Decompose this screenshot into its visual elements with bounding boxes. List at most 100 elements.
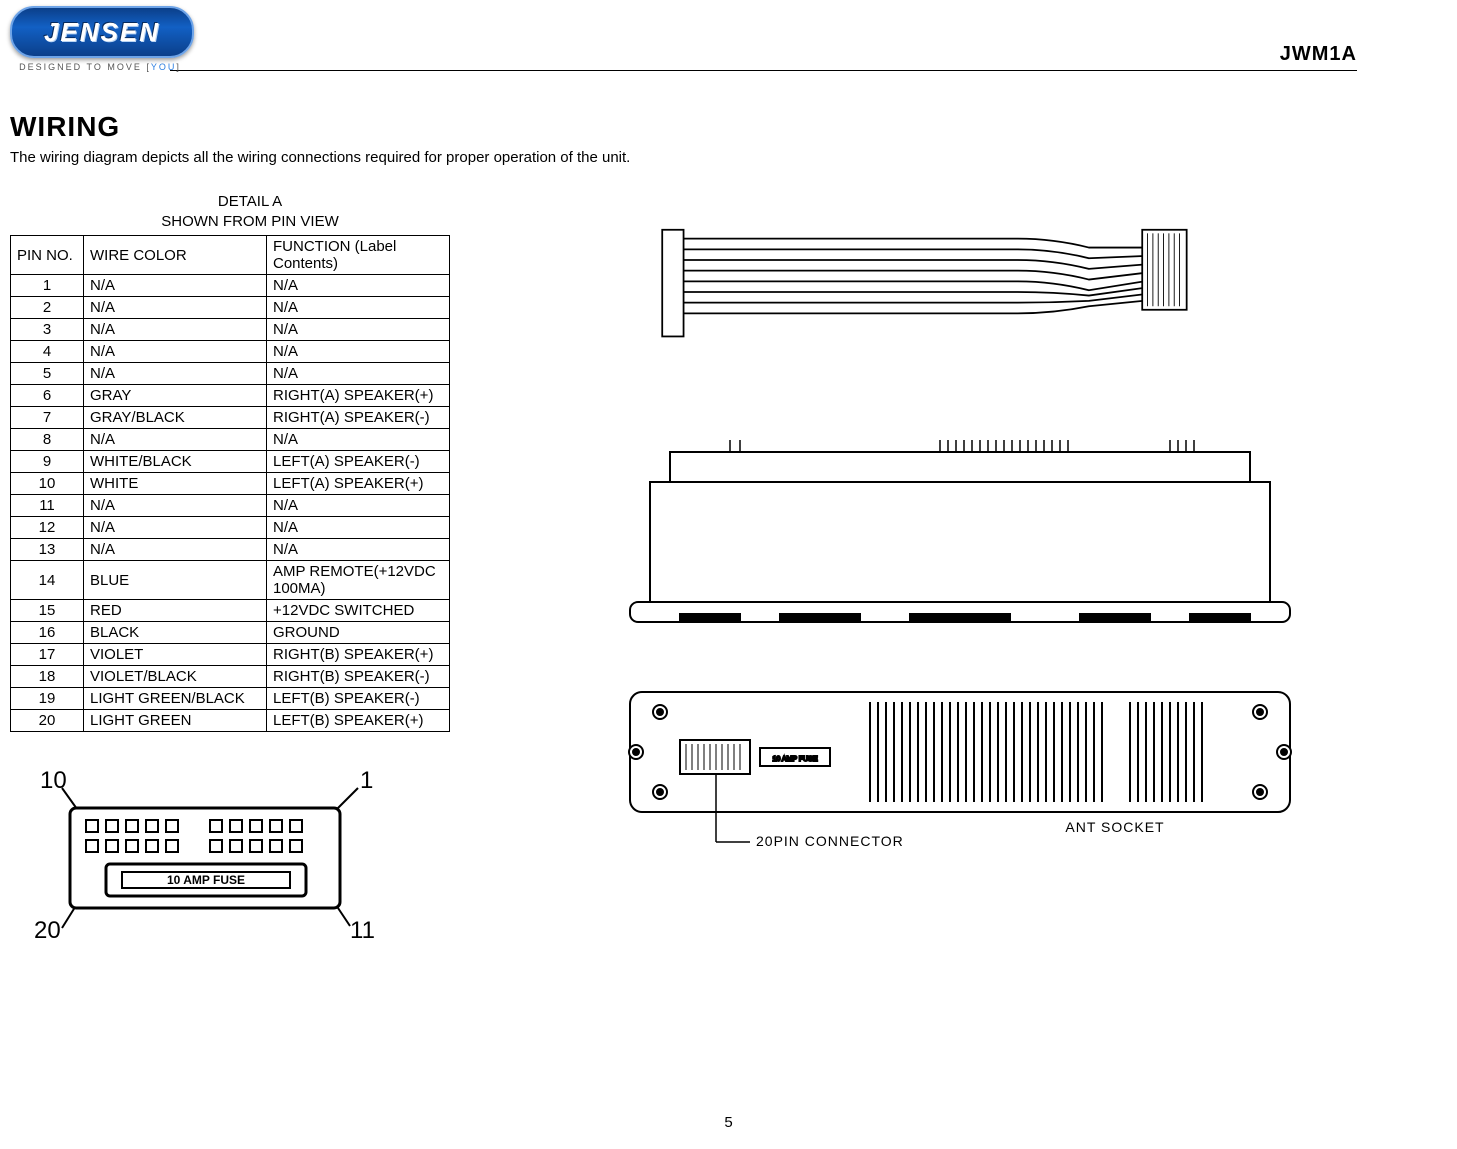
- tagline-you: YOU: [151, 62, 177, 72]
- unit-elevation-figure: [610, 412, 1310, 642]
- cell-pin: 6: [11, 385, 84, 407]
- cell-function: N/A: [267, 341, 450, 363]
- table-row: 18VIOLET/BLACKRIGHT(B) SPEAKER(-): [11, 666, 450, 688]
- cell-pin: 14: [11, 561, 84, 600]
- caption-line-1: DETAIL A: [218, 193, 282, 210]
- cell-color: N/A: [84, 341, 267, 363]
- table-row: 11N/AN/A: [11, 495, 450, 517]
- cell-color: BLUE: [84, 561, 267, 600]
- cell-function: N/A: [267, 495, 450, 517]
- page-number: 5: [0, 1114, 1457, 1131]
- th-func: FUNCTION (Label Contents): [267, 236, 450, 275]
- cell-function: RIGHT(B) SPEAKER(+): [267, 644, 450, 666]
- cell-color: BLACK: [84, 622, 267, 644]
- brand-logo: JENSEN: [10, 6, 194, 58]
- cell-function: N/A: [267, 517, 450, 539]
- cell-pin: 19: [11, 688, 84, 710]
- table-row: 19LIGHT GREEN/BLACKLEFT(B) SPEAKER(-): [11, 688, 450, 710]
- cell-color: N/A: [84, 539, 267, 561]
- right-column: 10 AMP FUSE: [610, 192, 1357, 902]
- rear-antenna-label: ANT SOCKET: [1065, 819, 1164, 835]
- section-title: WIRING: [10, 111, 1357, 143]
- table-row: 1N/AN/A: [11, 275, 450, 297]
- cell-pin: 12: [11, 517, 84, 539]
- cell-color: N/A: [84, 319, 267, 341]
- table-row: 10WHITELEFT(A) SPEAKER(+): [11, 473, 450, 495]
- cell-color: VIOLET/BLACK: [84, 666, 267, 688]
- th-pin: PIN NO.: [11, 236, 84, 275]
- cell-color: N/A: [84, 297, 267, 319]
- table-row: 4N/AN/A: [11, 341, 450, 363]
- table-row: 3N/AN/A: [11, 319, 450, 341]
- cell-color: N/A: [84, 275, 267, 297]
- pin-label-20: 20: [34, 917, 61, 944]
- tagline-post: ]: [176, 62, 181, 72]
- brand-logo-block: JENSEN DESIGNED TO MOVE [YOU]: [10, 6, 190, 72]
- cell-pin: 4: [11, 341, 84, 363]
- cell-function: N/A: [267, 363, 450, 385]
- pin-label-11: 11: [350, 917, 375, 944]
- fuse-label: 10 AMP FUSE: [167, 873, 245, 887]
- cell-color: N/A: [84, 517, 267, 539]
- cell-color: VIOLET: [84, 644, 267, 666]
- cell-color: N/A: [84, 495, 267, 517]
- cell-pin: 2: [11, 297, 84, 319]
- cell-function: N/A: [267, 539, 450, 561]
- table-row: 9WHITE/BLACKLEFT(A) SPEAKER(-): [11, 451, 450, 473]
- table-row: 12N/AN/A: [11, 517, 450, 539]
- table-row: 20LIGHT GREENLEFT(B) SPEAKER(+): [11, 710, 450, 732]
- cell-pin: 9: [11, 451, 84, 473]
- cell-function: N/A: [267, 297, 450, 319]
- cell-pin: 5: [11, 363, 84, 385]
- cell-color: RED: [84, 600, 267, 622]
- table-row: 13N/AN/A: [11, 539, 450, 561]
- pin-label-1: 1: [360, 767, 373, 794]
- cell-color: N/A: [84, 363, 267, 385]
- rear-fuse-label: 10 AMP FUSE: [772, 756, 817, 763]
- cell-function: GROUND: [267, 622, 450, 644]
- cell-color: GRAY: [84, 385, 267, 407]
- table-row: 8N/AN/A: [11, 429, 450, 451]
- cell-function: RIGHT(A) SPEAKER(-): [267, 407, 450, 429]
- cell-color: N/A: [84, 429, 267, 451]
- cell-pin: 17: [11, 644, 84, 666]
- table-caption: DETAIL A SHOWN FROM PIN VIEW: [10, 192, 490, 231]
- cell-function: LEFT(B) SPEAKER(+): [267, 710, 450, 732]
- cell-color: WHITE: [84, 473, 267, 495]
- cell-function: RIGHT(A) SPEAKER(+): [267, 385, 450, 407]
- cell-pin: 8: [11, 429, 84, 451]
- cell-color: LIGHT GREEN/BLACK: [84, 688, 267, 710]
- cell-pin: 1: [11, 275, 84, 297]
- cell-function: LEFT(A) SPEAKER(-): [267, 451, 450, 473]
- table-row: 2N/AN/A: [11, 297, 450, 319]
- table-row: 14BLUEAMP REMOTE(+12VDC 100MA): [11, 561, 450, 600]
- table-row: 5N/AN/A: [11, 363, 450, 385]
- cell-color: WHITE/BLACK: [84, 451, 267, 473]
- table-row: 16BLACKGROUND: [11, 622, 450, 644]
- cell-pin: 13: [11, 539, 84, 561]
- cell-color: LIGHT GREEN: [84, 710, 267, 732]
- cell-function: RIGHT(B) SPEAKER(-): [267, 666, 450, 688]
- cell-color: GRAY/BLACK: [84, 407, 267, 429]
- cell-pin: 11: [11, 495, 84, 517]
- tagline-pre: DESIGNED TO MOVE [: [19, 62, 151, 72]
- cell-function: LEFT(B) SPEAKER(-): [267, 688, 450, 710]
- cell-pin: 10: [11, 473, 84, 495]
- table-row: 15RED+12VDC SWITCHED: [11, 600, 450, 622]
- brand-name: JENSEN: [44, 17, 160, 48]
- table-header-row: PIN NO. WIRE COLOR FUNCTION (Label Conte…: [11, 236, 450, 275]
- cell-pin: 15: [11, 600, 84, 622]
- cell-function: LEFT(A) SPEAKER(+): [267, 473, 450, 495]
- connector-figure: 10 1 20 11: [10, 758, 400, 958]
- cell-pin: 16: [11, 622, 84, 644]
- header-bar: JWM1A: [170, 20, 1357, 71]
- table-row: 6GRAYRIGHT(A) SPEAKER(+): [11, 385, 450, 407]
- cell-function: N/A: [267, 319, 450, 341]
- cell-pin: 7: [11, 407, 84, 429]
- pin-table: PIN NO. WIRE COLOR FUNCTION (Label Conte…: [10, 235, 450, 732]
- cell-function: +12VDC SWITCHED: [267, 600, 450, 622]
- cell-pin: 20: [11, 710, 84, 732]
- cell-function: N/A: [267, 429, 450, 451]
- model-number: JWM1A: [1280, 43, 1357, 70]
- cell-function: N/A: [267, 275, 450, 297]
